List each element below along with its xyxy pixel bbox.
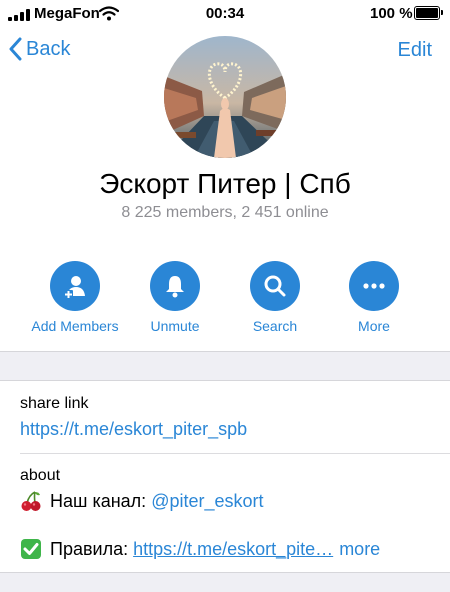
back-button[interactable]: Back <box>8 37 70 61</box>
more-link[interactable]: more <box>339 539 380 560</box>
bell-icon <box>150 261 200 311</box>
channel-prefix: Наш канал: <box>50 490 152 511</box>
separator <box>20 453 450 454</box>
member-count: 8 225 members, 2 451 online <box>121 204 329 221</box>
status-bar: MegaFon 00:34 100 % <box>0 0 450 28</box>
about-rules-line: Правила: https://t.me/eskort_pite… more <box>20 538 380 560</box>
check-mark-icon <box>20 538 42 560</box>
unmute-button[interactable]: Unmute <box>125 261 225 334</box>
search-label: Search <box>252 318 298 334</box>
add-member-icon <box>50 261 100 311</box>
more-dots-icon <box>349 261 399 311</box>
section-divider <box>0 351 450 381</box>
about-label: about <box>20 467 61 484</box>
add-members-label: Add Members <box>31 318 119 334</box>
cherries-icon <box>20 490 42 512</box>
battery-icon <box>414 6 443 20</box>
back-label: Back <box>26 37 71 60</box>
search-button[interactable]: Search <box>225 261 325 334</box>
share-link[interactable]: https://t.me/eskort_piter_spb <box>20 419 247 440</box>
rules-link[interactable]: https://t.me/eskort_pite… <box>133 539 333 560</box>
search-icon <box>250 261 300 311</box>
rules-prefix: Правила: <box>50 538 134 559</box>
share-link-label: share link <box>20 395 89 412</box>
channel-mention-link[interactable]: @piter_eskort <box>151 491 263 512</box>
more-button[interactable]: More <box>324 261 424 334</box>
group-avatar[interactable] <box>164 36 286 158</box>
edit-button[interactable]: Edit <box>398 39 432 62</box>
group-title: Эскорт Питер | Спб <box>99 168 351 199</box>
more-label: More <box>358 318 390 334</box>
about-channel-line: Наш канал: @piter_eskort <box>20 490 264 512</box>
battery-percent: 100 % <box>370 5 413 22</box>
unmute-label: Unmute <box>150 318 200 334</box>
bottom-section-divider <box>0 572 450 592</box>
add-members-button[interactable]: Add Members <box>25 261 125 334</box>
chevron-left-icon <box>9 37 22 61</box>
